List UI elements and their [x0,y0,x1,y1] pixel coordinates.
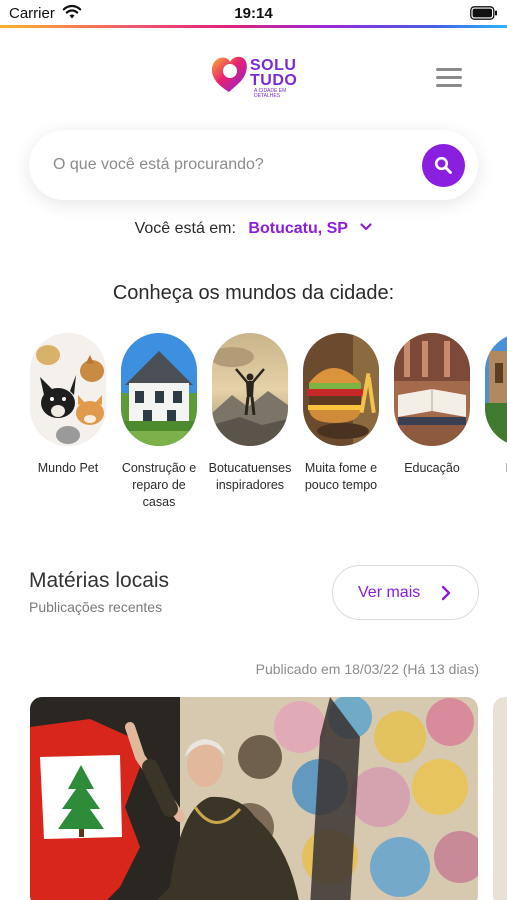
next-article-card[interactable] [493,697,507,900]
see-more-button[interactable]: Ver mais [332,565,479,620]
location-label: Você está em: [134,220,236,237]
search-icon [434,156,452,174]
world-label: Construção e reparo de casas [121,461,197,509]
world-label: Muita fome e pouco tempo [304,461,378,492]
logo-text-line2: TUDO [250,72,298,89]
world-item-pets[interactable]: Mundo Pet [30,333,110,477]
worlds-title: Conheça os mundos da cidade: [112,282,395,304]
world-label: Educação [404,461,460,475]
world-item-inspiring-people[interactable]: Botucatuenses inspiradores [208,333,292,494]
chevron-down-icon[interactable] [360,223,373,231]
mountain-person-photo [212,333,288,446]
solutudo-logo[interactable]: SOLU TUDO A CIDADE EM DETALHES [210,52,302,102]
battery-icon [470,6,497,20]
published-date: Publicado em 18/03/22 (Há 13 dias) [255,661,479,677]
city-selector[interactable]: Botucatu, SP [248,220,348,237]
world-item-construction[interactable]: Construção e reparo de casas [117,333,201,511]
section-subtitle: Publicações recentes [29,599,163,615]
header: SOLU TUDO A CIDADE EM DETALHES [0,28,507,128]
world-item-partial[interactable]: No Ba [481,333,507,477]
worlds-carousel[interactable]: Mundo Pet Construção e reparo de casas B… [30,333,507,523]
building-photo [485,333,507,446]
status-bar: Carrier 19:14 [0,0,507,28]
article-card[interactable] [30,697,478,900]
logo-tagline: A CIDADE EM DETALHES [254,88,287,99]
chevron-right-icon [441,585,451,601]
pets-photo [30,333,106,446]
section-title: Matérias locais [29,569,170,592]
world-item-education[interactable]: Educação [390,333,474,477]
world-item-food[interactable]: Muita fome e pouco tempo [299,333,383,494]
book-photo [394,333,470,446]
world-label: Mundo Pet [37,461,99,475]
article-photo [30,697,478,900]
house-photo [121,333,197,446]
logo-text-line1: SOLU [250,57,297,74]
search-input[interactable] [53,152,413,178]
location-selector: Você está em: Botucatu, SP [0,220,507,238]
world-label: Botucatuenses inspiradores [208,461,292,492]
clock: 19:14 [234,5,273,22]
search-button[interactable] [422,144,465,187]
hamburger-menu-icon[interactable] [436,68,464,90]
see-more-label: Ver mais [358,584,421,601]
logo-heart-icon [211,56,247,92]
burger-photo [303,333,379,446]
world-label: No Ba [481,460,507,477]
search-bar [29,130,478,200]
